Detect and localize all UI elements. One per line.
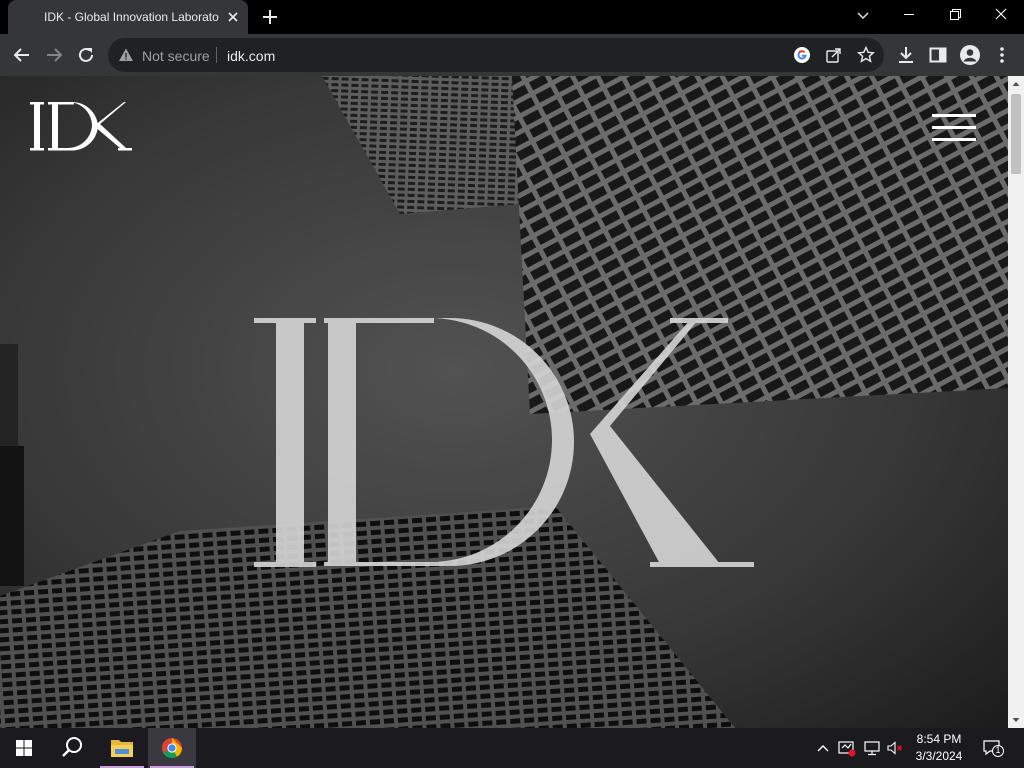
volume-muted-icon[interactable] <box>885 738 905 758</box>
restore-icon[interactable] <box>932 0 978 30</box>
forward-arrow-icon[interactable] <box>41 42 67 68</box>
more-vert-icon[interactable] <box>991 44 1013 66</box>
google-icon[interactable] <box>792 45 812 65</box>
search-icon[interactable] <box>48 728 96 768</box>
network-icon[interactable] <box>862 738 882 758</box>
notification-count: 1 <box>995 745 1001 755</box>
security-status-label[interactable]: Not secure <box>142 48 210 64</box>
url-text[interactable]: idk.com <box>227 48 275 64</box>
taskbar-clock[interactable]: 8:54 PM 3/3/2024 <box>906 731 972 765</box>
profile-icon[interactable] <box>959 44 981 66</box>
tab-title: IDK - Global Innovation Laborato <box>44 10 219 24</box>
close-window-icon[interactable] <box>978 0 1024 30</box>
star-icon[interactable] <box>856 45 876 65</box>
chevron-up-icon[interactable] <box>813 738 833 758</box>
scroll-up-arrow-icon[interactable] <box>1008 76 1024 92</box>
page-scrollbar[interactable] <box>1008 76 1024 728</box>
windows-start-icon[interactable] <box>0 728 48 768</box>
file-explorer-icon[interactable] <box>98 728 146 768</box>
browser-toolbar: Not secure idk.com <box>0 34 1024 76</box>
tab-strip: IDK - Global Innovation Laborato <box>0 0 1024 34</box>
web-page <box>0 76 1008 728</box>
scroll-thumb[interactable] <box>1011 94 1021 174</box>
hamburger-menu-icon[interactable] <box>930 112 978 144</box>
chevron-down-icon[interactable] <box>852 4 874 26</box>
address-bar[interactable]: Not secure idk.com <box>108 38 884 72</box>
reload-icon[interactable] <box>73 42 99 68</box>
windows-taskbar: 8:54 PM 3/3/2024 1 <box>0 728 1024 768</box>
close-icon[interactable] <box>224 8 242 26</box>
security-tray-icon[interactable] <box>837 738 857 758</box>
back-arrow-icon[interactable] <box>9 42 35 68</box>
clock-time: 8:54 PM <box>916 732 962 746</box>
active-tab[interactable]: IDK - Global Innovation Laborato <box>8 0 248 34</box>
warning-icon[interactable] <box>118 47 134 63</box>
clock-date: 3/3/2024 <box>915 749 963 763</box>
minimize-icon[interactable] <box>886 0 932 30</box>
chrome-icon[interactable] <box>148 728 196 768</box>
plus-icon[interactable] <box>258 6 282 28</box>
omnibox-divider <box>216 47 217 63</box>
notification-icon[interactable]: 1 <box>982 738 1006 758</box>
site-logo[interactable] <box>28 100 134 156</box>
download-icon[interactable] <box>895 44 917 66</box>
side-panel-icon[interactable] <box>927 44 949 66</box>
share-icon[interactable] <box>824 45 844 65</box>
center-logo <box>254 318 754 567</box>
scroll-down-arrow-icon[interactable] <box>1008 712 1024 728</box>
